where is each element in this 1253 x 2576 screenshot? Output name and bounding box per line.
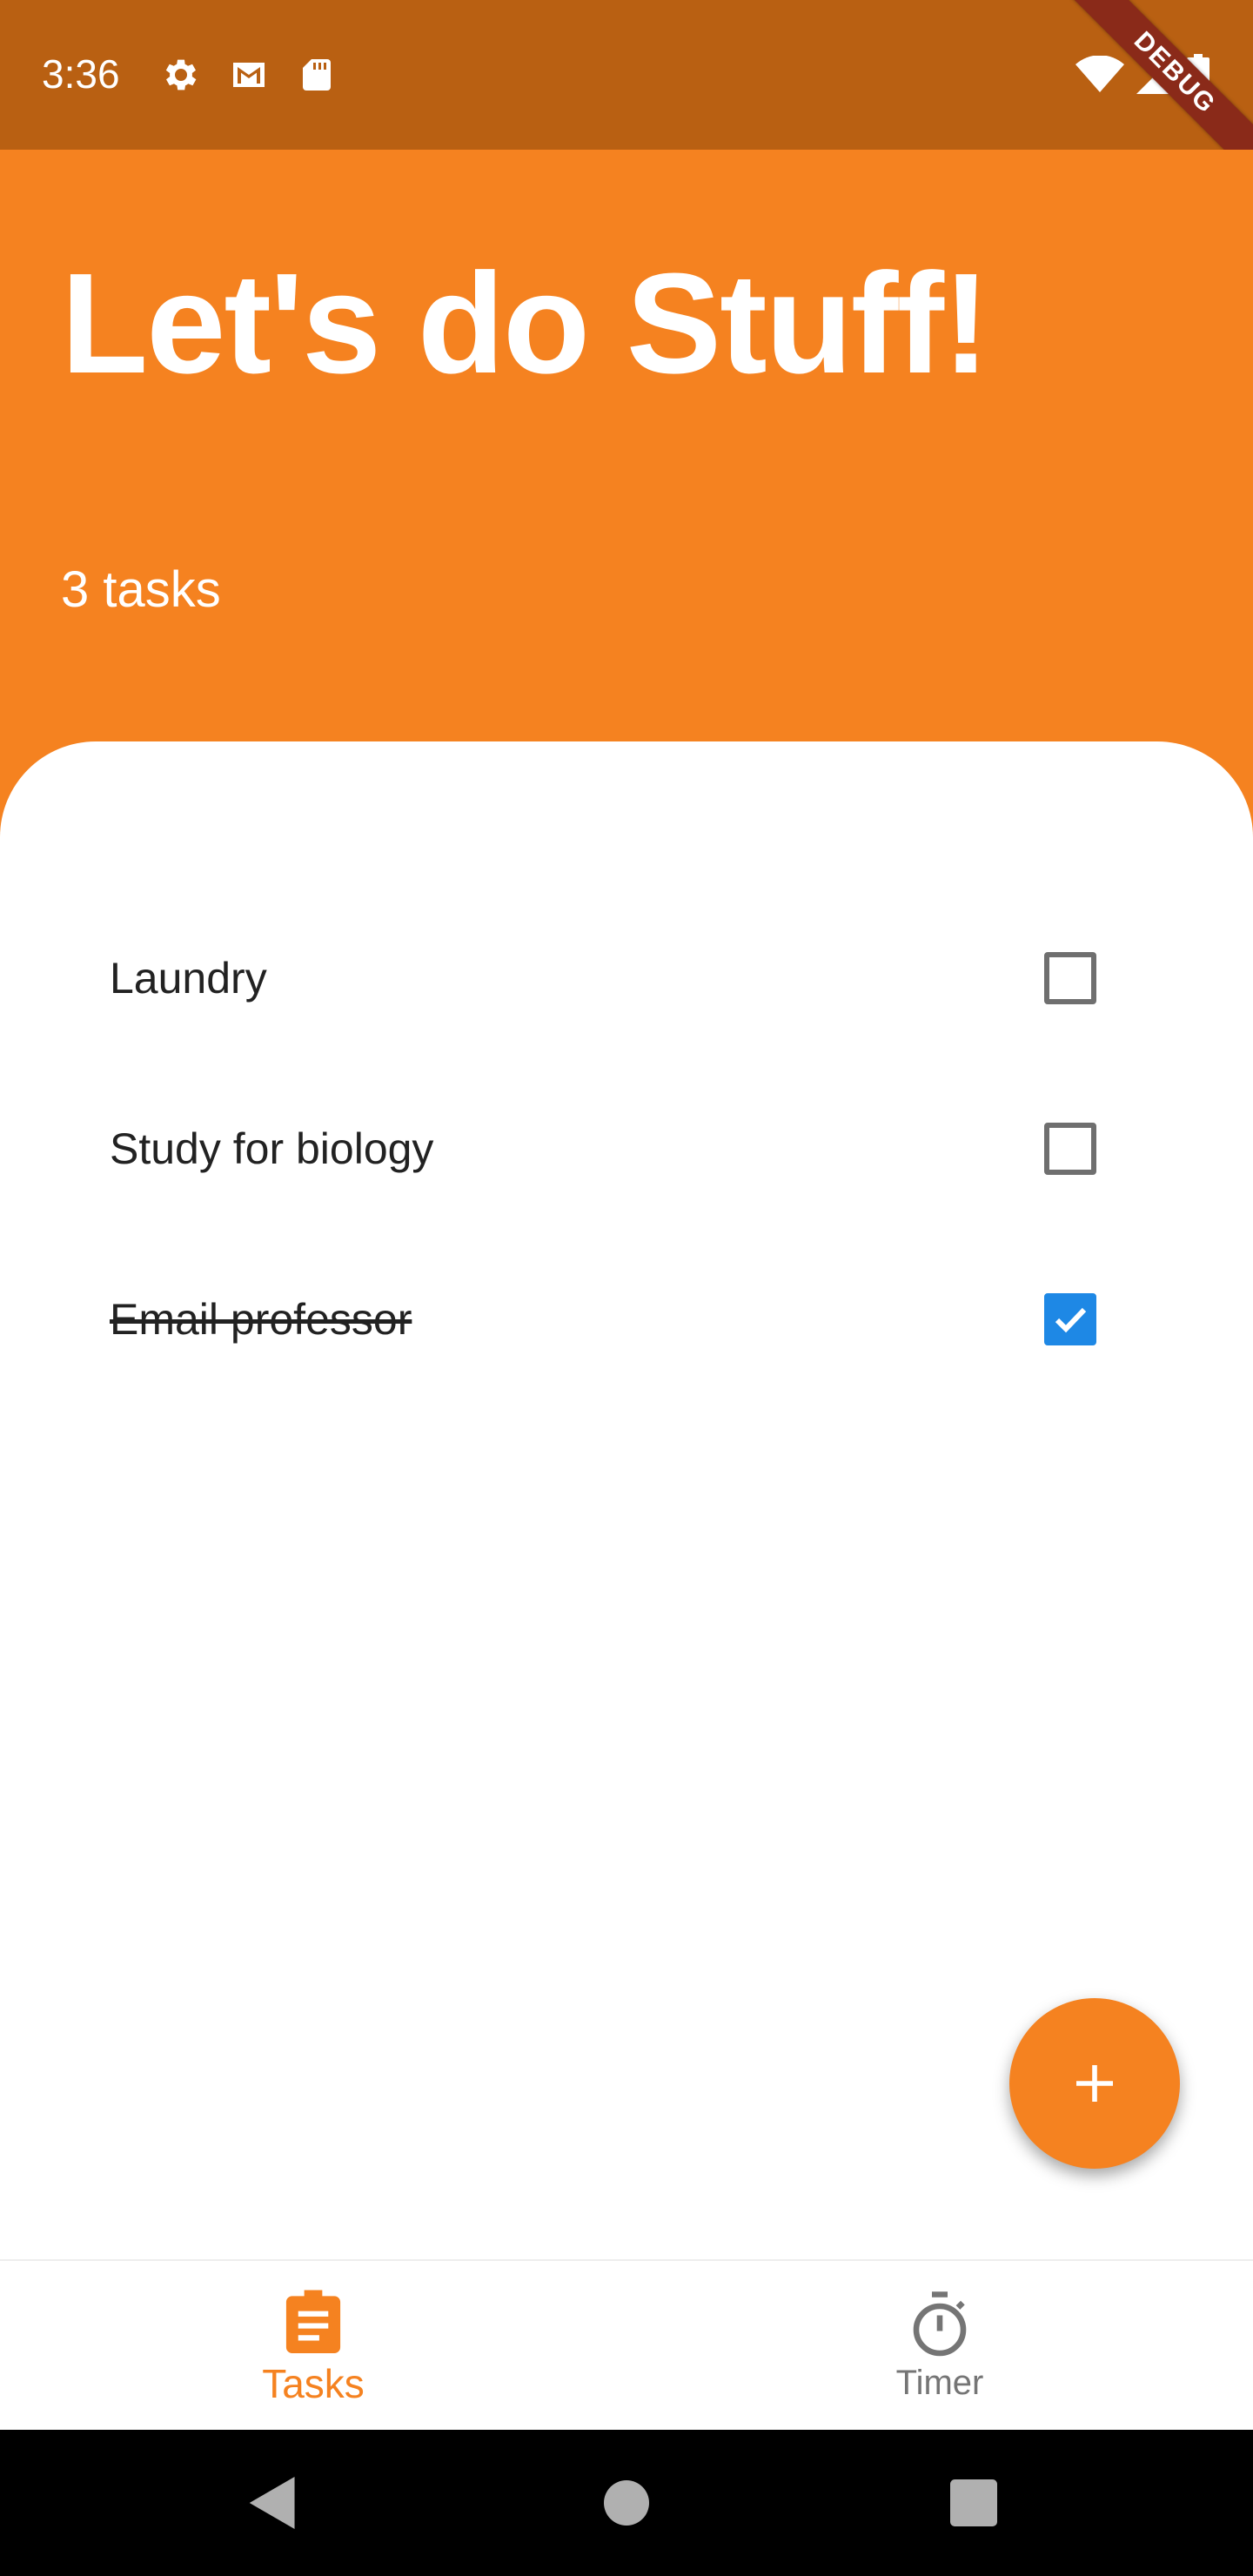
settings-icon — [165, 59, 197, 91]
task-checkbox[interactable] — [1044, 1123, 1096, 1175]
header — [0, 150, 1253, 741]
nav-tab-tasks[interactable]: Tasks — [0, 2261, 626, 2432]
task-label: Email professor — [110, 1295, 412, 1344]
task-count: 3 tasks — [61, 561, 221, 618]
back-icon[interactable] — [249, 2477, 298, 2529]
task-item[interactable]: Email professor — [0, 1234, 1253, 1405]
status-notification-icons — [160, 54, 338, 96]
task-label: Study for biology — [110, 1124, 434, 1173]
task-checkbox[interactable] — [1044, 952, 1096, 1004]
task-label: Laundry — [110, 954, 267, 1003]
add-task-button[interactable] — [1009, 1998, 1180, 2169]
nav-tab-tasks-label: Tasks — [262, 2361, 365, 2406]
recents-icon[interactable] — [950, 2479, 997, 2526]
system-navigation-bar — [0, 2430, 1253, 2576]
status-bar: 3:36 DEBUG — [0, 0, 1253, 198]
cellular-signal-icon — [1136, 56, 1175, 94]
check-icon — [1055, 1307, 1087, 1333]
bottom-navigation: Tasks Timer — [0, 2259, 1253, 2430]
status-time: 3:36 — [42, 51, 120, 97]
task-item[interactable]: Laundry — [0, 893, 1253, 1063]
nav-tab-timer-label: Timer — [895, 2364, 984, 2402]
task-checkbox[interactable] — [1044, 1293, 1096, 1345]
status-system-icons — [1075, 54, 1209, 96]
gmail-icon — [233, 63, 265, 87]
wifi-icon — [1075, 56, 1124, 92]
page-title: Let's do Stuff! — [61, 244, 990, 403]
home-icon[interactable] — [604, 2480, 649, 2526]
clipboard-icon — [285, 2290, 341, 2353]
sd-card-icon — [303, 59, 331, 91]
nav-tab-timer[interactable]: Timer — [626, 2261, 1253, 2432]
stopwatch-icon — [913, 2291, 967, 2357]
plus-icon — [1076, 2065, 1113, 2102]
task-item[interactable]: Study for biology — [0, 1063, 1253, 1234]
battery-icon — [1187, 54, 1209, 96]
